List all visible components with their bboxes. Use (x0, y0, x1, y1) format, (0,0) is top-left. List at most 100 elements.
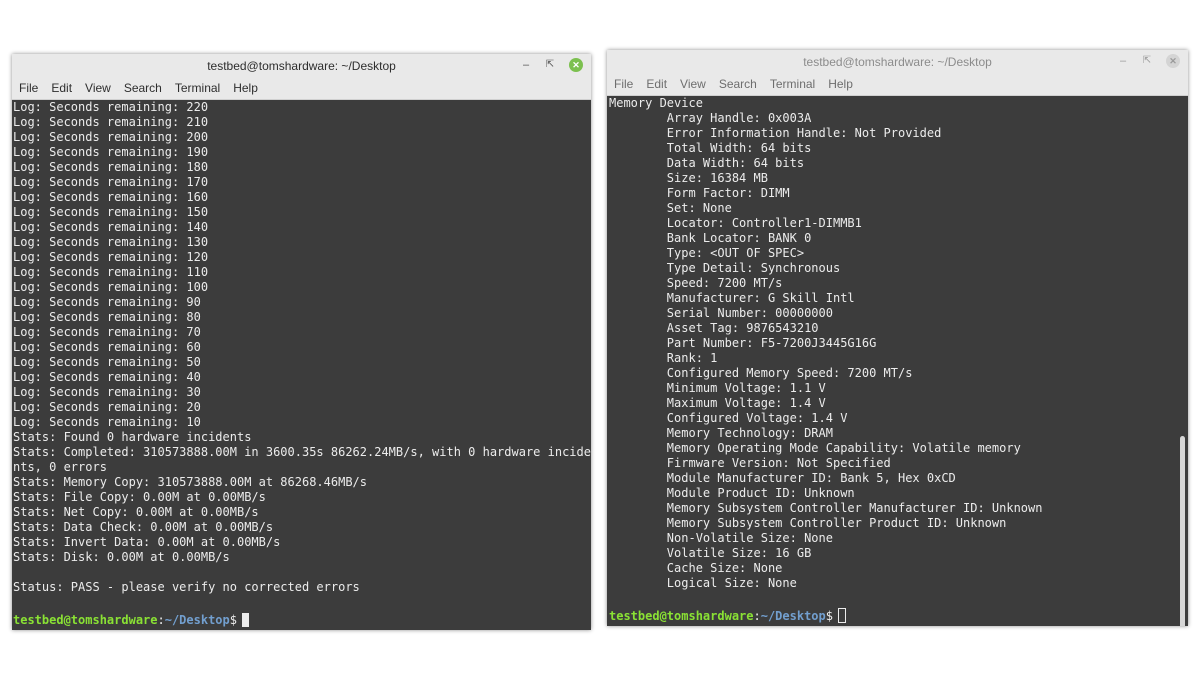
output-line: Log: Seconds remaining: 50 (13, 355, 201, 369)
output-line: Log: Seconds remaining: 170 (13, 175, 209, 189)
output-line: Memory Operating Mode Capability: Volati… (609, 441, 1021, 455)
output-line: Log: Seconds remaining: 150 (13, 205, 209, 219)
output-line: Log: Seconds remaining: 130 (13, 235, 209, 249)
output-line: Stats: Completed: 310573888.00M in 3600.… (13, 445, 591, 459)
output-line: Array Handle: 0x003A (609, 111, 812, 125)
prompt-separator: : (157, 613, 165, 627)
output-line: Log: Seconds remaining: 180 (13, 160, 209, 174)
output-line: Log: Seconds remaining: 100 (13, 280, 209, 294)
output-line: Stats: Found 0 hardware incidents (13, 430, 252, 444)
output-line: Log: Seconds remaining: 90 (13, 295, 201, 309)
output-line: Log: Seconds remaining: 10 (13, 415, 201, 429)
output-line: Set: None (609, 201, 732, 215)
output-line: Manufacturer: G Skill Intl (609, 291, 855, 305)
output-line: Volatile Size: 16 GB (609, 546, 812, 560)
menu-edit[interactable]: Edit (51, 81, 72, 95)
minimize-icon[interactable]: – (519, 58, 533, 72)
output-line: Cache Size: None (609, 561, 783, 575)
close-icon[interactable]: ✕ (569, 58, 583, 72)
output-line: Asset Tag: 9876543210 (609, 321, 819, 335)
prompt-user-host: testbed@tomshardware (609, 609, 754, 623)
output-line: Memory Device (609, 96, 703, 110)
right-titlebar[interactable]: testbed@tomshardware: ~/Desktop – ⇱ ✕ (607, 50, 1188, 73)
output-line: Stats: File Copy: 0.00M at 0.00MB/s (13, 490, 266, 504)
menu-search[interactable]: Search (124, 81, 162, 95)
output-line: Memory Subsystem Controller Manufacturer… (609, 501, 1043, 515)
shell-prompt[interactable]: testbed@tomshardware:~/Desktop$ (13, 613, 249, 628)
prompt-symbol: $ (825, 609, 833, 623)
menu-help[interactable]: Help (233, 81, 258, 95)
output-line: Size: 16384 MB (609, 171, 768, 185)
output-line: Configured Memory Speed: 7200 MT/s (609, 366, 913, 380)
close-icon[interactable]: ✕ (1166, 54, 1180, 68)
right-window-title: testbed@tomshardware: ~/Desktop (803, 55, 992, 69)
output-line: Error Information Handle: Not Provided (609, 126, 942, 140)
output-line: Log: Seconds remaining: 20 (13, 400, 201, 414)
output-line: Minimum Voltage: 1.1 V (609, 381, 826, 395)
maximize-icon[interactable]: ⇱ (543, 58, 557, 72)
output-line: Rank: 1 (609, 351, 718, 365)
left-titlebar[interactable]: testbed@tomshardware: ~/Desktop – ⇱ ✕ (12, 54, 591, 77)
prompt-path: ~/Desktop (760, 609, 826, 623)
left-menubar: File Edit View Search Terminal Help (12, 77, 591, 100)
output-line: Log: Seconds remaining: 60 (13, 340, 201, 354)
output-line: nts, 0 errors (13, 460, 107, 474)
maximize-icon[interactable]: ⇱ (1140, 54, 1154, 68)
menu-help[interactable]: Help (828, 77, 853, 91)
left-terminal-area[interactable]: Log: Seconds remaining: 220 Log: Seconds … (12, 100, 591, 630)
menu-file[interactable]: File (614, 77, 633, 91)
menu-file[interactable]: File (19, 81, 38, 95)
prompt-symbol: $ (229, 613, 237, 627)
output-line: Stats: Disk: 0.00M at 0.00MB/s (13, 550, 230, 564)
menu-view[interactable]: View (85, 81, 111, 95)
output-line: Log: Seconds remaining: 140 (13, 220, 209, 234)
output-line: Log: Seconds remaining: 120 (13, 250, 209, 264)
left-window-title: testbed@tomshardware: ~/Desktop (207, 59, 396, 73)
minimize-icon[interactable]: – (1116, 54, 1130, 68)
output-line: Serial Number: 00000000 (609, 306, 833, 320)
left-terminal-window[interactable]: testbed@tomshardware: ~/Desktop – ⇱ ✕ Fi… (12, 54, 591, 630)
output-line: Speed: 7200 MT/s (609, 276, 783, 290)
output-line: Log: Seconds remaining: 210 (13, 115, 209, 129)
output-line: Log: Seconds remaining: 160 (13, 190, 209, 204)
output-line: Firmware Version: Not Specified (609, 456, 891, 470)
scrollbar-thumb[interactable] (1180, 436, 1185, 626)
output-line: Non-Volatile Size: None (609, 531, 833, 545)
menu-edit[interactable]: Edit (646, 77, 667, 91)
output-line: Stats: Memory Copy: 310573888.00M at 862… (13, 475, 368, 489)
output-line: Data Width: 64 bits (609, 156, 805, 170)
menu-terminal[interactable]: Terminal (770, 77, 815, 91)
prompt-user-host: testbed@tomshardware (13, 613, 158, 627)
right-terminal-window[interactable]: testbed@tomshardware: ~/Desktop – ⇱ ✕ Fi… (607, 50, 1188, 626)
output-line: Logical Size: None (609, 576, 797, 590)
output-line: Form Factor: DIMM (609, 186, 790, 200)
output-line: Configured Voltage: 1.4 V (609, 411, 848, 425)
output-line: Log: Seconds remaining: 190 (13, 145, 209, 159)
right-terminal-area[interactable]: Memory Device Array Handle: 0x003A Error… (607, 96, 1188, 626)
output-line: Status: PASS - please verify no correcte… (13, 580, 360, 594)
output-line: Stats: Invert Data: 0.00M at 0.00MB/s (13, 535, 281, 549)
output-line: Stats: Net Copy: 0.00M at 0.00MB/s (13, 505, 259, 519)
shell-prompt[interactable]: testbed@tomshardware:~/Desktop$ (609, 608, 846, 624)
output-line: Stats: Data Check: 0.00M at 0.00MB/s (13, 520, 274, 534)
output-line: Log: Seconds remaining: 110 (13, 265, 209, 279)
terminal-output: Memory Device Array Handle: 0x003A Error… (607, 96, 1188, 591)
output-line: Type Detail: Synchronous (609, 261, 841, 275)
output-line: Log: Seconds remaining: 220 (13, 100, 209, 114)
output-line: Type: <OUT OF SPEC> (609, 246, 805, 260)
menu-view[interactable]: View (680, 77, 706, 91)
output-line: Maximum Voltage: 1.4 V (609, 396, 826, 410)
menu-terminal[interactable]: Terminal (175, 81, 220, 95)
output-line: Bank Locator: BANK 0 (609, 231, 812, 245)
menu-search[interactable]: Search (719, 77, 757, 91)
output-line: Part Number: F5-7200J3445G16G (609, 336, 877, 350)
output-line: Log: Seconds remaining: 200 (13, 130, 209, 144)
terminal-output: Log: Seconds remaining: 220 Log: Seconds … (12, 100, 591, 595)
output-line: Log: Seconds remaining: 30 (13, 385, 201, 399)
output-line: Log: Seconds remaining: 40 (13, 370, 201, 384)
prompt-separator: : (753, 609, 761, 623)
text-cursor (838, 608, 846, 623)
text-cursor (242, 613, 249, 627)
output-line: Memory Subsystem Controller Product ID: … (609, 516, 1007, 530)
